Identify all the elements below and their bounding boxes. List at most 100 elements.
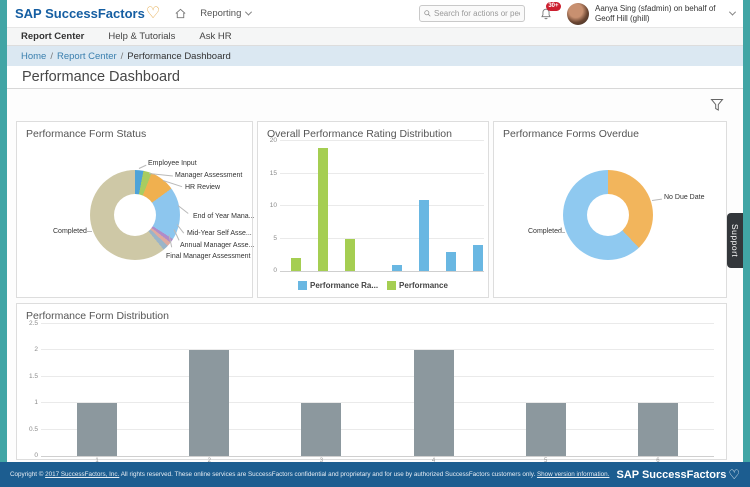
copyright-middle: All rights reserved. These online servic…: [119, 471, 537, 478]
slice-label: HR Review: [185, 184, 220, 191]
module-menu[interactable]: Reporting: [200, 8, 251, 19]
card-performance-form-distribution: Performance Form Distribution 00.511.522…: [16, 303, 727, 460]
tab-ask-hr[interactable]: Ask HR: [199, 31, 231, 42]
slice-label: No Due Date: [664, 194, 704, 201]
bar[interactable]: [638, 403, 678, 456]
tab-report-center[interactable]: Report Center: [21, 31, 84, 42]
footer-brand: SAP SuccessFactors ♡: [616, 467, 740, 483]
breadcrumb-separator: /: [50, 51, 53, 62]
bar[interactable]: [392, 265, 402, 272]
search-box[interactable]: [419, 5, 525, 22]
content-area: SAP SuccessFactors ♡ Reporting 30+ Aanya…: [7, 0, 743, 462]
bar[interactable]: [419, 200, 429, 272]
y-tick-label: 2.5: [23, 320, 38, 327]
slice-label: Mid-Year Self Asse...: [187, 230, 252, 237]
leader-line: [557, 232, 565, 233]
chart-title: Overall Performance Rating Distribution: [267, 128, 452, 140]
leader-line: [85, 231, 92, 232]
heart-logo-icon: ♡: [146, 6, 160, 22]
module-menu-label: Reporting: [200, 8, 241, 19]
app-window: SAP SuccessFactors ♡ Reporting 30+ Aanya…: [0, 0, 750, 487]
performance-form-status-donut[interactable]: [90, 170, 180, 260]
slice-label: Employee Input: [148, 160, 197, 167]
bar[interactable]: [189, 350, 229, 456]
leader-line: [139, 165, 147, 169]
y-tick-label: 0: [23, 452, 38, 459]
chart-title: Performance Forms Overdue: [503, 128, 639, 140]
y-tick-label: 2: [23, 346, 38, 353]
breadcrumb-home[interactable]: Home: [21, 51, 46, 62]
legend-label: Performance Ra...: [310, 281, 378, 290]
slice-label: Final Manager Assessment: [166, 253, 250, 260]
chart-legend: Performance Ra... Performance: [258, 281, 488, 290]
bar[interactable]: [318, 148, 328, 272]
user-menu-chevron-icon[interactable]: [729, 9, 736, 16]
support-tab[interactable]: Support: [727, 213, 743, 268]
chart-title: Performance Form Distribution: [26, 310, 169, 322]
bar[interactable]: [77, 403, 117, 456]
slice-label: Annual Manager Asse...: [180, 242, 254, 249]
search-input[interactable]: [434, 9, 520, 18]
y-tick-label: 0.5: [23, 426, 38, 433]
tab-help-tutorials[interactable]: Help & Tutorials: [108, 31, 175, 42]
chevron-down-icon: [245, 9, 252, 16]
copyright-text: Copyright © 2017 SuccessFactors, Inc. Al…: [10, 471, 616, 478]
user-name: Aanya Sing (sfadmin) on behalf of Geoff …: [595, 4, 727, 24]
home-icon[interactable]: [174, 7, 187, 20]
legend-item: Performance Ra...: [298, 281, 378, 290]
top-header: SAP SuccessFactors ♡ Reporting 30+ Aanya…: [7, 0, 743, 28]
performance-forms-overdue-donut[interactable]: [563, 170, 653, 260]
dashboard-panel: Performance Form Status Employee Input M…: [7, 88, 743, 462]
copyright-prefix: Copyright ©: [10, 471, 45, 478]
card-overall-performance-rating-distribution: Overall Performance Rating Distribution …: [257, 121, 489, 298]
legend-label: Performance: [399, 281, 448, 290]
card-performance-form-status: Performance Form Status Employee Input M…: [16, 121, 253, 298]
breadcrumb-report-center[interactable]: Report Center: [57, 51, 117, 62]
y-tick-label: 10: [262, 202, 277, 209]
legend-swatch: [387, 281, 396, 290]
notifications-button[interactable]: 30+: [539, 7, 553, 21]
footer-heart-icon: ♡: [728, 467, 740, 483]
bar[interactable]: [446, 252, 456, 272]
page-title: Performance Dashboard: [22, 69, 180, 85]
filter-button[interactable]: [709, 97, 725, 113]
footer-brand-name: SAP SuccessFactors: [616, 469, 726, 481]
footer: Copyright © 2017 SuccessFactors, Inc. Al…: [0, 462, 750, 487]
chart-title: Performance Form Status: [26, 128, 146, 140]
y-tick-label: 15: [262, 170, 277, 177]
notification-badge: 30+: [546, 2, 561, 11]
y-tick-label: 20: [262, 137, 277, 144]
show-version-link[interactable]: Show version information.: [537, 471, 609, 478]
y-tick-label: 1: [23, 399, 38, 406]
bar[interactable]: [414, 350, 454, 456]
form-distribution-plot[interactable]: 00.511.522.5 123456: [41, 324, 714, 457]
bar[interactable]: [301, 403, 341, 456]
sap-successfactors-logo: SAP SuccessFactors: [15, 6, 145, 21]
slice-label: End of Year Mana...: [193, 213, 255, 220]
filter-icon: [710, 98, 724, 112]
bar[interactable]: [291, 258, 301, 271]
bars-layer: [41, 324, 714, 456]
user-avatar[interactable]: [567, 3, 589, 25]
bar[interactable]: [473, 245, 483, 271]
legend-swatch: [298, 281, 307, 290]
left-edge-strip: [0, 0, 7, 462]
slice-label: Manager Assessment: [175, 172, 242, 179]
y-tick-label: 5: [262, 235, 277, 242]
breadcrumb: Home / Report Center / Performance Dashb…: [7, 46, 743, 66]
leader-line: [652, 199, 662, 201]
right-edge-strip: [743, 0, 750, 462]
bar[interactable]: [526, 403, 566, 456]
nav-tab-bar: Report Center Help & Tutorials Ask HR: [7, 28, 743, 46]
rating-distribution-plot[interactable]: 05101520: [280, 141, 484, 272]
support-tab-label: Support: [730, 224, 740, 257]
bars-layer: [280, 141, 484, 271]
title-bar: Performance Dashboard: [7, 66, 743, 88]
bar[interactable]: [345, 239, 355, 272]
breadcrumb-current: Performance Dashboard: [127, 51, 231, 62]
legend-item: Performance: [387, 281, 448, 290]
copyright-link[interactable]: 2017 SuccessFactors, Inc.: [45, 471, 119, 478]
slice-label: Completed: [53, 228, 87, 235]
breadcrumb-separator: /: [121, 51, 124, 62]
y-tick-label: 1.5: [23, 373, 38, 380]
